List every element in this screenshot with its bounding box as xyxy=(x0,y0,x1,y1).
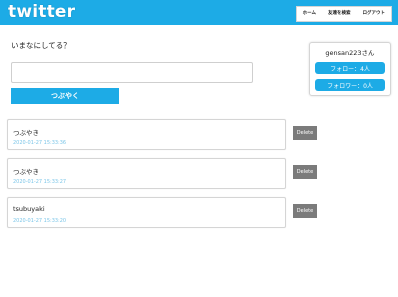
tweet-card: tsubuyaki 2020-01-27 15:33:20 xyxy=(7,197,286,228)
tweet-timestamp: 2020-01-27 15:33:27 xyxy=(13,179,67,185)
follower-count-button[interactable]: フォロワー：0人 xyxy=(315,79,385,91)
compose-prompt: いまなにしてる？ xyxy=(11,41,71,50)
tweet-text: つぶやき xyxy=(13,129,39,137)
app-header: twitter ホーム 友達を検索 ログアウト xyxy=(0,0,398,25)
twitter-logo[interactable]: twitter xyxy=(8,3,75,22)
tweet-text: つぶやき xyxy=(13,168,39,176)
profile-username: gensan223さん xyxy=(325,49,375,57)
tweet-card: つぶやき 2020-01-27 15:33:36 xyxy=(7,119,286,150)
delete-tweet-button[interactable]: Delete xyxy=(293,204,317,218)
nav-home-button[interactable]: ホーム xyxy=(297,7,322,21)
tweet-text: tsubuyaki xyxy=(13,205,45,213)
header-nav: ホーム 友達を検索 ログアウト xyxy=(295,6,392,22)
nav-find-friends-button[interactable]: 友達を検索 xyxy=(322,7,357,21)
tweet-timestamp: 2020-01-27 15:33:20 xyxy=(13,218,67,224)
tweet-timestamp: 2020-01-27 15:33:36 xyxy=(13,140,67,146)
profile-card: gensan223さん フォロー：4人 フォロワー：0人 xyxy=(309,42,391,96)
nav-logout-button[interactable]: ログアウト xyxy=(357,7,392,21)
delete-tweet-button[interactable]: Delete xyxy=(293,165,317,179)
delete-tweet-button[interactable]: Delete xyxy=(293,126,317,140)
tweet-card: つぶやき 2020-01-27 15:33:27 xyxy=(7,158,286,189)
tweet-submit-button[interactable]: つぶやく xyxy=(11,88,119,104)
tweet-input[interactable] xyxy=(11,62,253,83)
following-count-button[interactable]: フォロー：4人 xyxy=(315,62,385,74)
